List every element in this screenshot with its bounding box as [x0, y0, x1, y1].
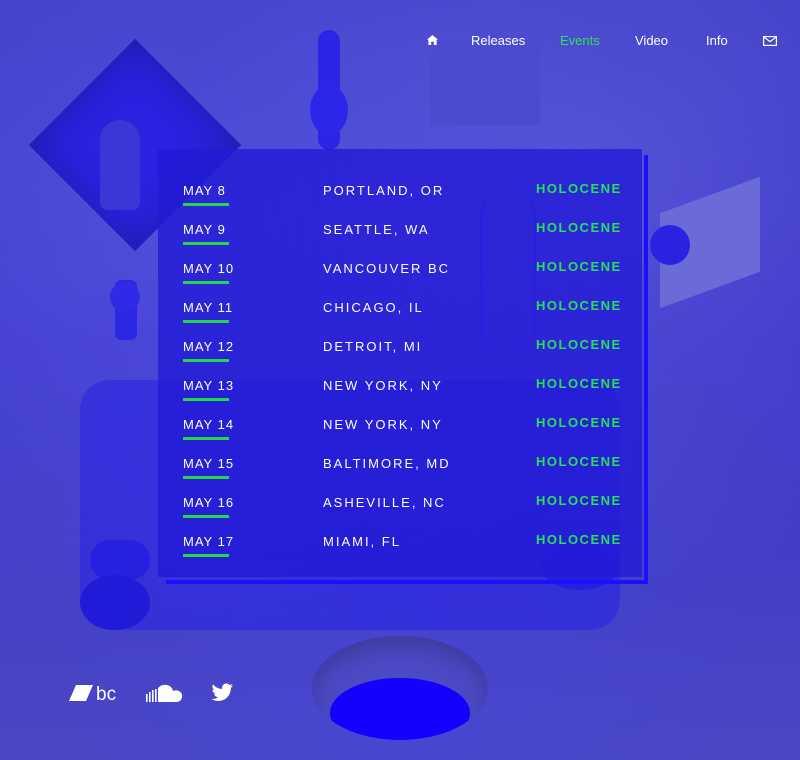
background-collage-roller	[90, 540, 150, 580]
panel-shadow-edge	[166, 580, 648, 584]
event-row: MAY 8 PORTLAND, OR HOLOCENE	[183, 181, 643, 213]
background-collage-knob	[110, 282, 140, 312]
panel-shadow-edge	[644, 155, 648, 584]
event-venue[interactable]: HOLOCENE	[536, 493, 622, 508]
bandcamp-label: bc	[96, 684, 116, 703]
event-date[interactable]: MAY 14	[183, 417, 234, 432]
nav-events[interactable]: Events	[560, 33, 600, 48]
background-collage-hole-inner	[330, 678, 470, 740]
event-city: NEW YORK, NY	[323, 417, 443, 432]
event-row: MAY 10 VANCOUVER BC HOLOCENE	[183, 259, 643, 291]
event-date[interactable]: MAY 17	[183, 534, 234, 549]
soundcloud-icon[interactable]	[145, 683, 185, 703]
event-row: MAY 16 ASHEVILLE, NC HOLOCENE	[183, 493, 643, 525]
event-row: MAY 15 BALTIMORE, MD HOLOCENE	[183, 454, 643, 486]
event-venue[interactable]: HOLOCENE	[536, 298, 622, 313]
event-city: CHICAGO, IL	[323, 300, 424, 315]
event-city: VANCOUVER BC	[323, 261, 451, 276]
event-venue[interactable]: HOLOCENE	[536, 259, 622, 274]
event-date-underline	[183, 242, 229, 245]
background-collage-wheel	[80, 575, 150, 630]
bandcamp-icon[interactable]: bc	[69, 683, 125, 705]
page: Releases Events Video Info MAY 8 PORTLAN…	[0, 0, 800, 760]
event-city: PORTLAND, OR	[323, 183, 445, 198]
event-city: DETROIT, MI	[323, 339, 423, 354]
event-venue[interactable]: HOLOCENE	[536, 415, 622, 430]
background-collage-hole	[312, 636, 488, 740]
event-date-underline	[183, 476, 229, 479]
top-nav: Releases Events Video Info	[0, 33, 800, 53]
event-date-underline	[183, 554, 229, 557]
event-venue[interactable]: HOLOCENE	[536, 181, 622, 196]
event-date[interactable]: MAY 8	[183, 183, 226, 198]
event-city: MIAMI, FL	[323, 534, 401, 549]
event-date[interactable]: MAY 12	[183, 339, 234, 354]
nav-releases[interactable]: Releases	[471, 33, 525, 48]
event-venue[interactable]: HOLOCENE	[536, 376, 622, 391]
event-row: MAY 9 SEATTLE, WA HOLOCENE	[183, 220, 643, 252]
event-row: MAY 13 NEW YORK, NY HOLOCENE	[183, 376, 643, 408]
event-row: MAY 12 DETROIT, MI HOLOCENE	[183, 337, 643, 369]
nav-info[interactable]: Info	[706, 33, 728, 48]
event-city: NEW YORK, NY	[323, 378, 443, 393]
mail-icon[interactable]	[763, 36, 777, 46]
event-date-underline	[183, 359, 229, 362]
event-venue[interactable]: HOLOCENE	[536, 220, 622, 235]
event-city: BALTIMORE, MD	[323, 456, 451, 471]
event-row: MAY 11 CHICAGO, IL HOLOCENE	[183, 298, 643, 330]
event-date-underline	[183, 515, 229, 518]
event-date[interactable]: MAY 9	[183, 222, 226, 237]
background-collage-cube-hole	[650, 225, 690, 265]
event-venue[interactable]: HOLOCENE	[536, 337, 622, 352]
twitter-icon[interactable]	[211, 683, 234, 703]
event-city: ASHEVILLE, NC	[323, 495, 446, 510]
event-date-underline	[183, 320, 229, 323]
nav-video[interactable]: Video	[635, 33, 668, 48]
event-date[interactable]: MAY 13	[183, 378, 234, 393]
home-icon[interactable]	[427, 35, 438, 45]
event-row: MAY 17 MIAMI, FL HOLOCENE	[183, 532, 643, 564]
bandcamp-logo: bc	[69, 684, 116, 705]
event-venue[interactable]: HOLOCENE	[536, 532, 622, 547]
background-collage-finial	[310, 85, 348, 135]
event-date-underline	[183, 398, 229, 401]
event-city: SEATTLE, WA	[323, 222, 430, 237]
background-collage-hand	[100, 120, 140, 210]
event-date[interactable]: MAY 15	[183, 456, 234, 471]
event-date-underline	[183, 437, 229, 440]
event-date[interactable]: MAY 11	[183, 300, 233, 315]
event-date[interactable]: MAY 16	[183, 495, 234, 510]
event-date-underline	[183, 203, 229, 206]
event-date[interactable]: MAY 10	[183, 261, 234, 276]
event-date-underline	[183, 281, 229, 284]
event-row: MAY 14 NEW YORK, NY HOLOCENE	[183, 415, 643, 447]
event-venue[interactable]: HOLOCENE	[536, 454, 622, 469]
